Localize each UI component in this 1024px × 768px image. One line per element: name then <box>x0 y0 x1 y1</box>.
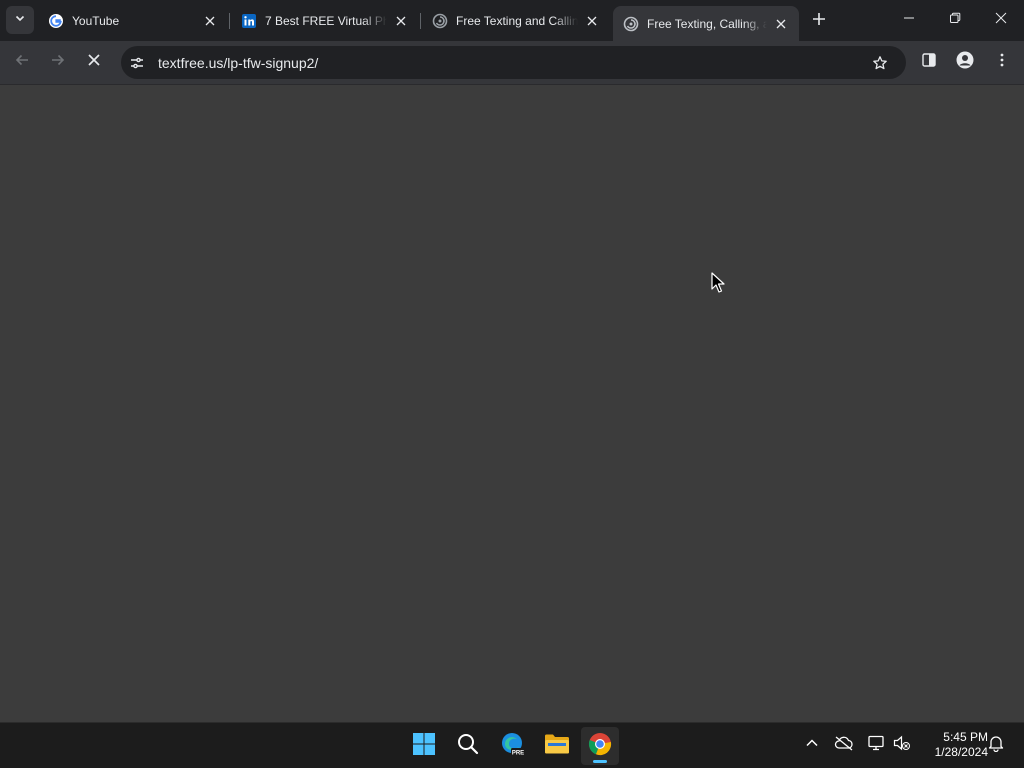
edge-pre-badge: PRE <box>512 750 524 756</box>
address-bar[interactable]: textfree.us/lp-tfw-signup2/ <box>121 46 906 79</box>
clock-time: 5:45 PM <box>943 730 988 744</box>
side-panel-icon <box>921 52 937 73</box>
google-icon <box>48 13 64 29</box>
network-icon <box>867 735 885 756</box>
plus-icon <box>812 12 826 31</box>
clock-date: 1/28/2024 <box>934 745 988 759</box>
onedrive-offline-button[interactable] <box>834 735 854 755</box>
tab-title: Free Texting, Calling, and <box>647 16 767 31</box>
close-icon[interactable] <box>773 16 789 32</box>
stop-icon <box>87 53 101 72</box>
minimize-icon <box>903 11 915 29</box>
start-button[interactable] <box>405 727 443 765</box>
taskbar-edge-pre[interactable]: PRE <box>494 727 532 765</box>
tab-textfree-1[interactable]: Free Texting and Calling <box>422 6 610 35</box>
tab-title: YouTube <box>72 13 120 28</box>
textfree-icon <box>623 16 639 32</box>
menu-button[interactable] <box>987 47 1017 77</box>
bookmark-star-icon[interactable] <box>866 49 894 77</box>
file-explorer-icon <box>544 733 570 760</box>
stop-loading-button[interactable] <box>79 47 109 77</box>
url-text[interactable]: textfree.us/lp-tfw-signup2/ <box>158 55 866 71</box>
minimize-button[interactable] <box>886 0 932 40</box>
side-panel-button[interactable] <box>914 47 944 77</box>
search-icon <box>457 733 479 760</box>
browser-toolbar: textfree.us/lp-tfw-signup2/ <box>0 41 1024 85</box>
edge-pre-icon: PRE <box>500 731 526 762</box>
tab-youtube[interactable]: YouTube <box>38 6 228 35</box>
arrow-right-icon <box>50 52 66 73</box>
bell-icon <box>988 734 1004 757</box>
new-tab-button[interactable] <box>806 8 832 34</box>
network-button[interactable] <box>866 735 886 755</box>
notifications-button[interactable] <box>986 735 1006 755</box>
tab-textfree-active[interactable]: Free Texting, Calling, and <box>613 6 799 41</box>
chevron-down-icon <box>14 11 26 29</box>
cloud-offline-icon <box>834 735 854 756</box>
close-icon <box>995 11 1007 29</box>
textfree-icon <box>432 13 448 29</box>
restore-icon <box>949 11 961 29</box>
chevron-up-icon <box>805 736 819 755</box>
close-window-button[interactable] <box>978 0 1024 40</box>
more-vertical-icon <box>994 52 1010 73</box>
site-info-icon[interactable] <box>124 50 150 76</box>
mouse-cursor-icon <box>711 272 725 299</box>
close-icon[interactable] <box>584 13 600 29</box>
arrow-left-icon <box>14 52 30 73</box>
chrome-icon <box>588 732 612 761</box>
forward-button[interactable] <box>43 47 73 77</box>
volume-button[interactable] <box>892 735 912 755</box>
profile-button[interactable] <box>950 47 980 77</box>
tab-title: Free Texting and Calling <box>456 13 578 28</box>
tab-strip: YouTube 7 Best FREE Virtual Phone <box>0 0 1024 41</box>
back-button[interactable] <box>7 47 37 77</box>
active-app-indicator <box>593 760 607 763</box>
tab-search-button[interactable] <box>6 6 34 34</box>
taskbar: PRE 5:45 PM 1/28/2024 <box>0 722 1024 768</box>
taskbar-file-explorer[interactable] <box>538 727 576 765</box>
linkedin-icon <box>241 13 257 29</box>
tab-separator <box>420 13 421 29</box>
taskbar-clock[interactable]: 5:45 PM 1/28/2024 <box>918 730 988 760</box>
profile-icon <box>956 51 974 74</box>
taskbar-chrome[interactable] <box>581 727 619 765</box>
close-icon[interactable] <box>393 13 409 29</box>
tray-overflow-button[interactable] <box>802 735 822 755</box>
tab-linkedin[interactable]: 7 Best FREE Virtual Phone <box>231 6 419 35</box>
page-content[interactable] <box>0 86 1024 722</box>
tab-separator <box>229 13 230 29</box>
close-icon[interactable] <box>202 13 218 29</box>
taskbar-search-button[interactable] <box>449 727 487 765</box>
volume-muted-icon <box>893 735 911 756</box>
restore-button[interactable] <box>932 0 978 40</box>
windows-start-icon <box>412 732 436 761</box>
tab-title: 7 Best FREE Virtual Phone <box>265 13 387 28</box>
